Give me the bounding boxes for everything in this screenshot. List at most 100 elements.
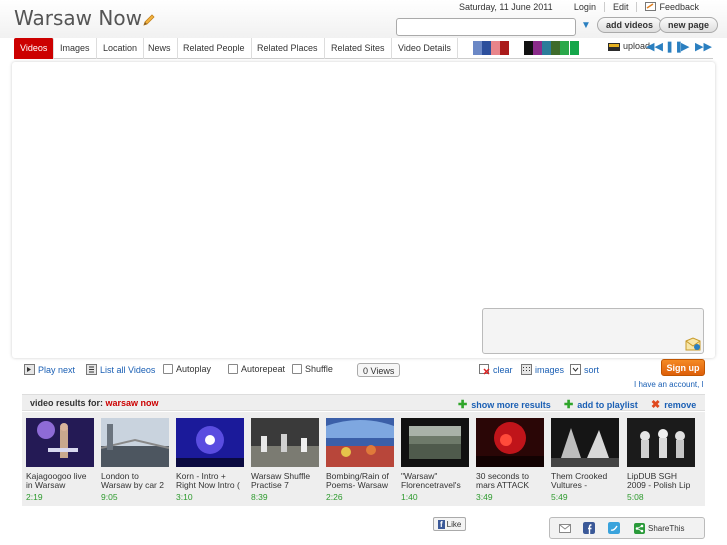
video-title[interactable]: 30 seconds to mars ATTACK: [476, 472, 544, 490]
grid-icon: [521, 364, 532, 375]
color-swatch[interactable]: [560, 41, 569, 55]
site-title[interactable]: Warsaw Now: [14, 6, 156, 30]
tab-related-people[interactable]: Related People: [177, 38, 252, 59]
rewind-icon[interactable]: ◀◀: [646, 40, 663, 53]
tab-videos[interactable]: Videos: [14, 38, 55, 59]
video-result[interactable]: Korn - Intro + Right Now Intro ( 3:10: [176, 418, 244, 502]
fast-forward-icon[interactable]: ▶▶: [695, 40, 712, 53]
color-swatch[interactable]: [524, 41, 533, 55]
tab-related-places[interactable]: Related Places: [251, 38, 325, 59]
tab-location[interactable]: Location: [97, 38, 145, 59]
color-swatch[interactable]: [512, 41, 521, 55]
video-title[interactable]: "Warsaw" Florencetravel's: [401, 472, 469, 490]
have-account-link[interactable]: I have an account, l: [634, 380, 726, 389]
video-result[interactable]: "Warsaw" Florencetravel's 1:40: [401, 418, 469, 502]
facebook-like-button[interactable]: f Like: [433, 517, 467, 531]
tab-images[interactable]: Images: [54, 38, 97, 59]
show-more-label: show more results: [471, 399, 551, 410]
autorepeat-label: Autorepeat: [241, 364, 286, 374]
video-title[interactable]: LipDUB SGH 2009 - Polish Lip: [627, 472, 695, 490]
play-next-button[interactable]: Play next: [24, 364, 75, 375]
video-title[interactable]: Kajagoogoo live in Warsaw: [26, 472, 94, 490]
video-thumbnail[interactable]: [251, 418, 319, 467]
sort-button[interactable]: sort: [570, 364, 599, 375]
remove-icon: ✖: [651, 399, 661, 411]
video-title[interactable]: Korn - Intro + Right Now Intro (: [176, 472, 244, 490]
images-button[interactable]: images: [521, 364, 564, 375]
facebook-share-icon[interactable]: [583, 522, 595, 534]
plus-icon: ✚: [564, 399, 574, 411]
send-icon[interactable]: [685, 337, 701, 351]
color-swatch[interactable]: [551, 41, 560, 55]
video-thumbnail[interactable]: [627, 418, 695, 467]
pencil-icon[interactable]: [142, 13, 156, 27]
video-thumbnail[interactable]: [100, 418, 170, 467]
twitter-icon[interactable]: [608, 522, 620, 534]
video-thumbnail[interactable]: [551, 418, 619, 467]
shuffle-checkbox[interactable]: [292, 364, 302, 374]
video-thumbnail[interactable]: [401, 418, 469, 467]
color-swatch[interactable]: [542, 41, 551, 55]
remove-label: remove: [664, 399, 697, 410]
video-title[interactable]: Them Crooked Vultures -: [551, 472, 619, 490]
color-swatch[interactable]: [533, 41, 542, 55]
video-duration: 3:49: [476, 492, 493, 502]
login-link[interactable]: Login: [566, 2, 604, 12]
add-to-playlist-button[interactable]: ✚ add to playlist: [564, 398, 638, 411]
color-swatch[interactable]: [473, 41, 482, 55]
video-duration: 5:49: [551, 492, 568, 502]
video-result[interactable]: Warsaw Shuffle Practise 7 8:39: [251, 418, 319, 502]
add-videos-button[interactable]: add videos: [597, 17, 663, 33]
video-result[interactable]: Kajagoogoo live in Warsaw 2:19: [26, 418, 94, 502]
video-result[interactable]: Bombing/Rain of Poems- Warsaw 2:26: [326, 418, 394, 502]
video-thumbnail[interactable]: [476, 418, 544, 467]
video-result[interactable]: 30 seconds to mars ATTACK 3:49: [476, 418, 544, 502]
remove-button[interactable]: ✖ remove: [651, 398, 696, 411]
color-swatch[interactable]: [500, 41, 509, 55]
video-duration: 5:08: [627, 492, 644, 502]
video-result[interactable]: LipDUB SGH 2009 - Polish Lip 5:08: [627, 418, 695, 502]
upload-button[interactable]: upload: [608, 41, 650, 51]
color-swatch[interactable]: [482, 41, 491, 55]
autorepeat-toggle[interactable]: Autorepeat: [228, 364, 285, 374]
video-thumbnail[interactable]: [326, 418, 394, 467]
video-results: Kajagoogoo live in Warsaw 2:19 London to…: [22, 412, 705, 506]
video-duration: 2:26: [326, 492, 343, 502]
sharethis-button[interactable]: ShareThis: [634, 523, 684, 534]
video-result[interactable]: London to Warsaw by car 2 9:05: [100, 418, 170, 502]
autoplay-checkbox[interactable]: [163, 364, 173, 374]
video-result[interactable]: Them Crooked Vultures - 5:49: [551, 418, 619, 502]
feedback-link[interactable]: Feedback: [636, 2, 707, 12]
signup-button[interactable]: Sign up: [661, 359, 705, 376]
shuffle-label: Shuffle: [305, 364, 333, 374]
tab-news[interactable]: News: [142, 38, 178, 59]
search-input[interactable]: [396, 18, 576, 36]
autoplay-toggle[interactable]: Autoplay: [163, 364, 211, 374]
autorepeat-checkbox[interactable]: [228, 364, 238, 374]
email-icon[interactable]: [559, 522, 571, 534]
video-duration: 1:40: [401, 492, 418, 502]
video-title[interactable]: Warsaw Shuffle Practise 7: [251, 472, 319, 490]
play-icon[interactable]: ▶: [681, 40, 689, 53]
clear-button[interactable]: clear: [479, 364, 513, 375]
show-more-button[interactable]: ✚ show more results: [458, 398, 551, 411]
video-thumbnail[interactable]: [176, 418, 244, 467]
video-duration: 3:10: [176, 492, 193, 502]
color-swatch[interactable]: [491, 41, 500, 55]
autoplay-label: Autoplay: [176, 364, 212, 374]
tab-related-sites[interactable]: Related Sites: [325, 38, 392, 59]
video-title[interactable]: Bombing/Rain of Poems- Warsaw: [326, 472, 394, 490]
feedback-icon: [645, 2, 657, 11]
current-date: Saturday, 11 June 2011: [459, 2, 553, 12]
shuffle-toggle[interactable]: Shuffle: [292, 364, 333, 374]
video-title[interactable]: London to Warsaw by car 2: [101, 472, 169, 490]
video-duration: 8:39: [251, 492, 268, 502]
color-swatch[interactable]: [570, 41, 579, 55]
video-thumbnail[interactable]: [26, 418, 94, 467]
search-dropdown-icon[interactable]: ▼: [581, 20, 591, 31]
list-all-videos-button[interactable]: List all Videos: [86, 364, 155, 375]
edit-link[interactable]: Edit: [603, 2, 637, 12]
tab-video-details[interactable]: Video Details: [392, 38, 458, 59]
comment-box[interactable]: [482, 308, 704, 354]
new-page-button[interactable]: new page: [659, 17, 719, 33]
